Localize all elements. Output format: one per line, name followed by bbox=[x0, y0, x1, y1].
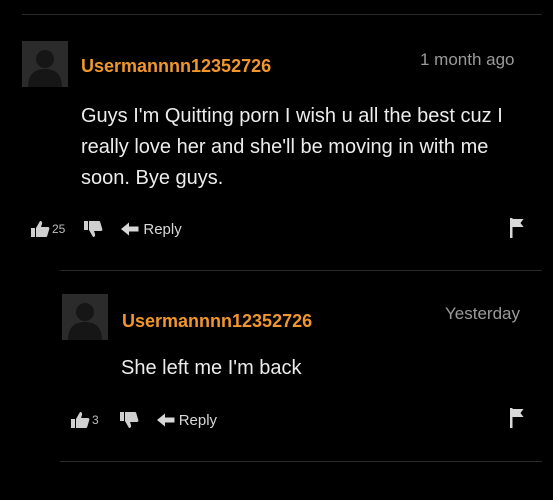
reply-label: Reply bbox=[143, 220, 182, 238]
comment-text: She left me I'm back bbox=[121, 357, 302, 379]
reply-arrow-icon bbox=[156, 413, 175, 427]
top-divider bbox=[22, 14, 542, 15]
comment-timestamp: 1 month ago bbox=[420, 50, 515, 69]
reply-arrow-icon bbox=[121, 222, 139, 236]
thumbs-down-icon bbox=[119, 412, 139, 428]
upvote-count: 25 bbox=[52, 222, 66, 236]
flag-button[interactable] bbox=[510, 218, 524, 238]
downvote-button[interactable] bbox=[119, 411, 139, 429]
flag-icon bbox=[510, 408, 524, 428]
user-avatar-icon[interactable] bbox=[22, 41, 68, 87]
downvote-button[interactable] bbox=[83, 220, 103, 238]
thumbs-down-icon bbox=[84, 221, 103, 237]
comment-divider bbox=[60, 270, 542, 271]
reply-button[interactable]: Reply bbox=[121, 220, 182, 238]
upvote-count: 3 bbox=[92, 413, 99, 427]
bottom-divider bbox=[60, 461, 542, 462]
thumbs-up-icon bbox=[31, 221, 50, 237]
comment-timestamp: Yesterday bbox=[445, 304, 520, 323]
reply-button[interactable]: Reply bbox=[156, 411, 218, 429]
comment-text: Guys I'm Quitting porn I wish u all the … bbox=[81, 105, 503, 189]
user-avatar-icon[interactable] bbox=[62, 294, 108, 340]
comment-actions: 25 Reply bbox=[30, 219, 182, 239]
comment-username[interactable]: Usermannnn12352726 bbox=[122, 311, 312, 332]
flag-icon bbox=[510, 218, 524, 238]
reply-label: Reply bbox=[178, 411, 218, 429]
upvote-button[interactable]: 3 bbox=[70, 411, 99, 429]
flag-button[interactable] bbox=[510, 408, 524, 428]
comment-username[interactable]: Usermannnn12352726 bbox=[81, 56, 271, 77]
thumbs-up-icon bbox=[71, 412, 90, 428]
comment-actions: 3 Reply bbox=[70, 410, 217, 430]
upvote-button[interactable]: 25 bbox=[30, 220, 65, 238]
